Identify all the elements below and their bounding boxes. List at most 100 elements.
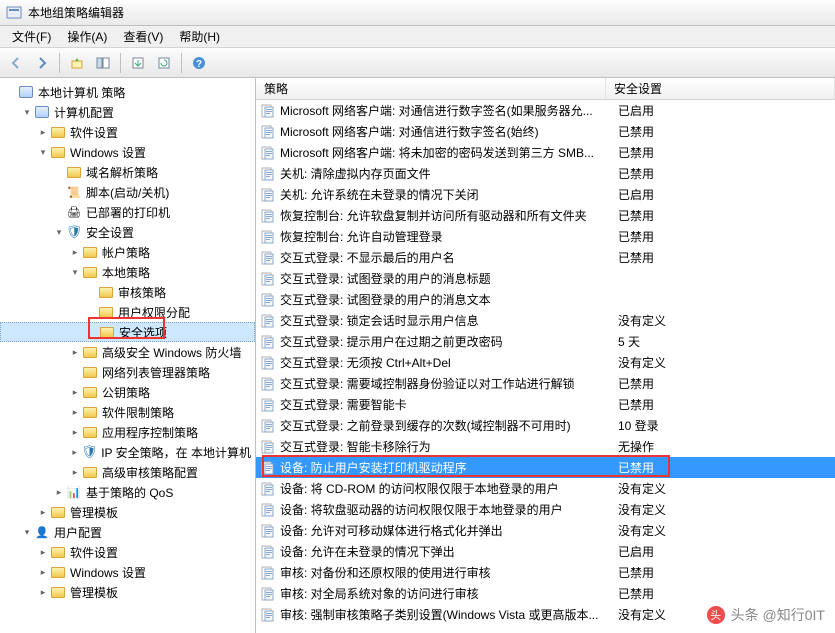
policy-row[interactable]: 交互式登录: 之前登录到缓存的次数(域控制器不可用时)10 登录 bbox=[256, 415, 835, 436]
refresh-button[interactable] bbox=[152, 51, 176, 75]
expand-icon[interactable]: ▸ bbox=[68, 427, 82, 438]
expand-icon[interactable]: ▸ bbox=[52, 487, 66, 498]
tree-node[interactable]: 安全选项 bbox=[0, 322, 255, 342]
policy-icon bbox=[260, 124, 276, 140]
tree-node[interactable]: ▸Windows 设置 bbox=[0, 562, 255, 582]
tree-node[interactable]: ▸🛡IP 安全策略，在 本地计算机 bbox=[0, 442, 255, 462]
menu-file[interactable]: 文件(F) bbox=[4, 26, 59, 47]
watermark: 头 头条 @知行0IT bbox=[707, 605, 825, 625]
app-icon bbox=[6, 5, 22, 21]
navigation-tree[interactable]: 本地计算机 策略▾计算机配置▸软件设置▾Windows 设置域名解析策略📜脚本(… bbox=[0, 78, 256, 633]
policy-row[interactable]: Microsoft 网络客户端: 对通信进行数字签名(始终)已禁用 bbox=[256, 121, 835, 142]
tree-node-label: 脚本(启动/关机) bbox=[86, 184, 169, 201]
tree-node[interactable]: 域名解析策略 bbox=[0, 162, 255, 182]
expand-icon[interactable]: ▸ bbox=[36, 547, 50, 558]
policy-row[interactable]: Microsoft 网络客户端: 对通信进行数字签名(如果服务器允...已启用 bbox=[256, 100, 835, 121]
tree-node[interactable]: ▸📊基于策略的 QoS bbox=[0, 482, 255, 502]
policy-row[interactable]: Microsoft 网络客户端: 将未加密的密码发送到第三方 SMB...已禁用 bbox=[256, 142, 835, 163]
tree-node[interactable]: ▸应用程序控制策略 bbox=[0, 422, 255, 442]
expand-icon[interactable]: ▾ bbox=[36, 147, 50, 158]
expand-icon[interactable]: ▸ bbox=[36, 587, 50, 598]
policy-row[interactable]: 审核: 对全局系统对象的访问进行审核已禁用 bbox=[256, 583, 835, 604]
menu-help[interactable]: 帮助(H) bbox=[171, 26, 228, 47]
tree-node[interactable]: ▸公钥策略 bbox=[0, 382, 255, 402]
policy-row[interactable]: 交互式登录: 试图登录的用户的消息标题 bbox=[256, 268, 835, 289]
tree-node[interactable]: 网络列表管理器策略 bbox=[0, 362, 255, 382]
policy-row[interactable]: 交互式登录: 试图登录的用户的消息文本 bbox=[256, 289, 835, 310]
column-header-policy[interactable]: 策略 bbox=[256, 78, 606, 99]
expand-icon[interactable]: ▸ bbox=[68, 467, 82, 478]
tree-node[interactable]: ▸管理模板 bbox=[0, 502, 255, 522]
watermark-text: 头条 @知行0IT bbox=[731, 605, 825, 625]
policy-row[interactable]: 设备: 允许对可移动媒体进行格式化并弹出没有定义 bbox=[256, 520, 835, 541]
expand-icon[interactable]: ▾ bbox=[20, 527, 34, 538]
policy-name: 交互式登录: 不显示最后的用户名 bbox=[280, 249, 610, 266]
tree-node[interactable]: 审核策略 bbox=[0, 282, 255, 302]
expand-icon[interactable]: ▾ bbox=[68, 267, 82, 278]
tree-node[interactable]: 本地计算机 策略 bbox=[0, 82, 255, 102]
expand-icon[interactable]: ▸ bbox=[68, 407, 82, 418]
expand-icon[interactable]: ▸ bbox=[68, 447, 81, 458]
expand-icon[interactable]: ▾ bbox=[52, 227, 66, 238]
policy-row[interactable]: 交互式登录: 锁定会话时显示用户信息没有定义 bbox=[256, 310, 835, 331]
menu-view[interactable]: 查看(V) bbox=[115, 26, 171, 47]
expand-icon[interactable]: ▾ bbox=[20, 107, 34, 118]
policy-row[interactable]: 交互式登录: 智能卡移除行为无操作 bbox=[256, 436, 835, 457]
policy-row[interactable]: 交互式登录: 无须按 Ctrl+Alt+Del没有定义 bbox=[256, 352, 835, 373]
export-list-button[interactable] bbox=[126, 51, 150, 75]
tree-node[interactable]: 🖨已部署的打印机 bbox=[0, 202, 255, 222]
policy-row[interactable]: 设备: 允许在未登录的情况下弹出已启用 bbox=[256, 541, 835, 562]
policy-row[interactable]: 关机: 清除虚拟内存页面文件已禁用 bbox=[256, 163, 835, 184]
up-button[interactable] bbox=[65, 51, 89, 75]
menu-action[interactable]: 操作(A) bbox=[59, 26, 115, 47]
tree-node[interactable]: ▸帐户策略 bbox=[0, 242, 255, 262]
folder-icon bbox=[82, 364, 98, 380]
expand-icon[interactable]: ▸ bbox=[68, 247, 82, 258]
tree-node[interactable]: ▸管理模板 bbox=[0, 582, 255, 602]
expand-icon[interactable]: ▸ bbox=[36, 127, 50, 138]
tree-node[interactable]: ▾🛡安全设置 bbox=[0, 222, 255, 242]
policy-name: 交互式登录: 无须按 Ctrl+Alt+Del bbox=[280, 354, 610, 371]
expand-icon[interactable]: ▸ bbox=[68, 347, 82, 358]
tree-node[interactable]: ▾ 计算机配置 bbox=[0, 102, 255, 122]
tree-node-label: 用户权限分配 bbox=[118, 304, 190, 321]
tree-node[interactable]: ▸软件设置 bbox=[0, 122, 255, 142]
policy-row[interactable]: 设备: 将软盘驱动器的访问权限仅限于本地登录的用户没有定义 bbox=[256, 499, 835, 520]
column-header-setting[interactable]: 安全设置 bbox=[606, 78, 835, 99]
tree-node-label: 计算机配置 bbox=[54, 104, 114, 121]
back-button[interactable] bbox=[4, 51, 28, 75]
tree-node[interactable]: ▾ 本地策略 bbox=[0, 262, 255, 282]
tree-node[interactable]: ▸软件设置 bbox=[0, 542, 255, 562]
policy-icon bbox=[260, 208, 276, 224]
expand-icon[interactable]: ▸ bbox=[36, 567, 50, 578]
policy-icon bbox=[260, 607, 276, 623]
policy-row[interactable]: 交互式登录: 需要域控制器身份验证以对工作站进行解锁已禁用 bbox=[256, 373, 835, 394]
policy-name: 交互式登录: 试图登录的用户的消息文本 bbox=[280, 291, 610, 308]
policy-row[interactable]: 关机: 允许系统在未登录的情况下关闭已启用 bbox=[256, 184, 835, 205]
tree-node[interactable]: 📜脚本(启动/关机) bbox=[0, 182, 255, 202]
tree-node[interactable]: ▾👤用户配置 bbox=[0, 522, 255, 542]
policy-row[interactable]: 审核: 对备份和还原权限的使用进行审核已禁用 bbox=[256, 562, 835, 583]
tree-node-label: 本地策略 bbox=[102, 264, 150, 281]
forward-button[interactable] bbox=[30, 51, 54, 75]
tree-node[interactable]: ▸软件限制策略 bbox=[0, 402, 255, 422]
tree-node[interactable]: ▸ 高级审核策略配置 bbox=[0, 462, 255, 482]
policy-row[interactable]: 交互式登录: 不显示最后的用户名已禁用 bbox=[256, 247, 835, 268]
tree-node[interactable]: ▸高级安全 Windows 防火墙 bbox=[0, 342, 255, 362]
show-hide-tree-button[interactable] bbox=[91, 51, 115, 75]
policy-icon bbox=[260, 460, 276, 476]
policy-row[interactable]: 交互式登录: 需要智能卡已禁用 bbox=[256, 394, 835, 415]
expand-icon[interactable]: ▸ bbox=[68, 387, 82, 398]
policy-row[interactable]: 恢复控制台: 允许软盘复制并访问所有驱动器和所有文件夹已禁用 bbox=[256, 205, 835, 226]
policy-list[interactable]: 策略 安全设置 Microsoft 网络客户端: 对通信进行数字签名(如果服务器… bbox=[256, 78, 835, 633]
expand-icon[interactable]: ▸ bbox=[36, 507, 50, 518]
help-button[interactable]: ? bbox=[187, 51, 211, 75]
policy-row[interactable]: 交互式登录: 提示用户在过期之前更改密码5 天 bbox=[256, 331, 835, 352]
policy-row[interactable]: 设备: 防止用户安装打印机驱动程序已禁用 bbox=[256, 457, 835, 478]
tree-node[interactable]: 用户权限分配 bbox=[0, 302, 255, 322]
tree-node[interactable]: ▾Windows 设置 bbox=[0, 142, 255, 162]
policy-row[interactable]: 恢复控制台: 允许自动管理登录已禁用 bbox=[256, 226, 835, 247]
tree-node-label: 高级审核策略配置 bbox=[102, 464, 198, 481]
folder-icon bbox=[98, 284, 114, 300]
policy-row[interactable]: 设备: 将 CD-ROM 的访问权限仅限于本地登录的用户没有定义 bbox=[256, 478, 835, 499]
